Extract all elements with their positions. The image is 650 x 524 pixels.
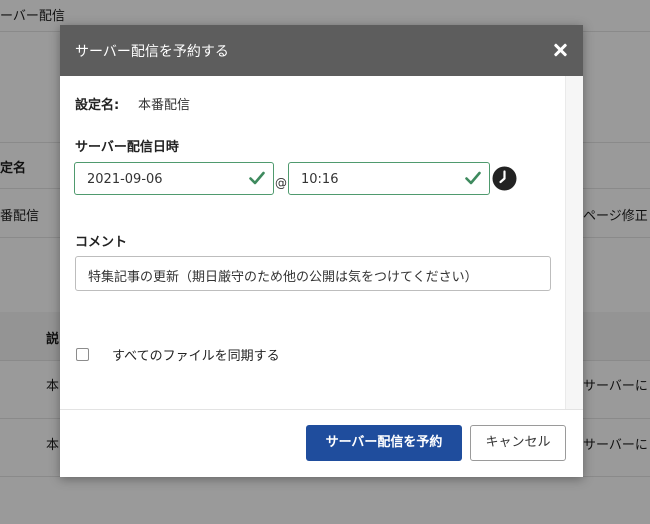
schedule-submit-button[interactable]: サーバー配信を予約 [306, 425, 462, 461]
date-field[interactable]: 2021-09-06 [74, 162, 274, 195]
comment-input[interactable]: 特集記事の更新（期日厳守のため他の公開は気をつけてください） [75, 256, 551, 291]
setting-name-value: 本番配信 [138, 98, 191, 113]
footer-divider [60, 409, 583, 410]
check-icon [249, 171, 265, 185]
at-symbol: @ [275, 176, 287, 190]
table-cell: 本 [46, 379, 60, 394]
setting-name-label: 設定名: [75, 98, 120, 113]
page-heading: ーバー配信 [0, 9, 65, 24]
check-icon [465, 171, 481, 185]
table-cell: 本 [46, 438, 60, 453]
schedule-dialog: サーバー配信を予約する 設定名: 本番配信 サーバー配信日時 2021-09-0… [60, 25, 583, 477]
sync-all-files-checkbox[interactable] [76, 348, 89, 361]
time-field[interactable]: 10:16 [288, 162, 490, 195]
datetime-label: サーバー配信日時 [75, 140, 179, 155]
comment-label: コメント [75, 235, 128, 250]
date-value: 2021-09-06 [87, 172, 163, 187]
close-icon[interactable] [553, 42, 569, 58]
cancel-button[interactable]: キャンセル [470, 425, 566, 461]
scrollbar[interactable] [565, 76, 583, 409]
dialog-title: サーバー配信を予約する [75, 44, 229, 60]
table-cell: サーバーに [583, 438, 648, 453]
comment-value: 特集記事の更新（期日厳守のため他の公開は気をつけてください） [88, 270, 478, 285]
sync-all-files-label[interactable]: すべてのファイルを同期する [112, 345, 280, 364]
table-cell: サーバーに [583, 379, 648, 394]
clock-icon[interactable] [492, 166, 517, 191]
column-header-setting-name: 定名 [0, 161, 27, 176]
table-cell: 番配信 [0, 209, 40, 224]
time-value: 10:16 [301, 172, 339, 187]
column-header-description: 説 [46, 332, 60, 347]
table-cell: ページ修正 [583, 209, 648, 224]
dialog-header: サーバー配信を予約する [60, 25, 583, 76]
